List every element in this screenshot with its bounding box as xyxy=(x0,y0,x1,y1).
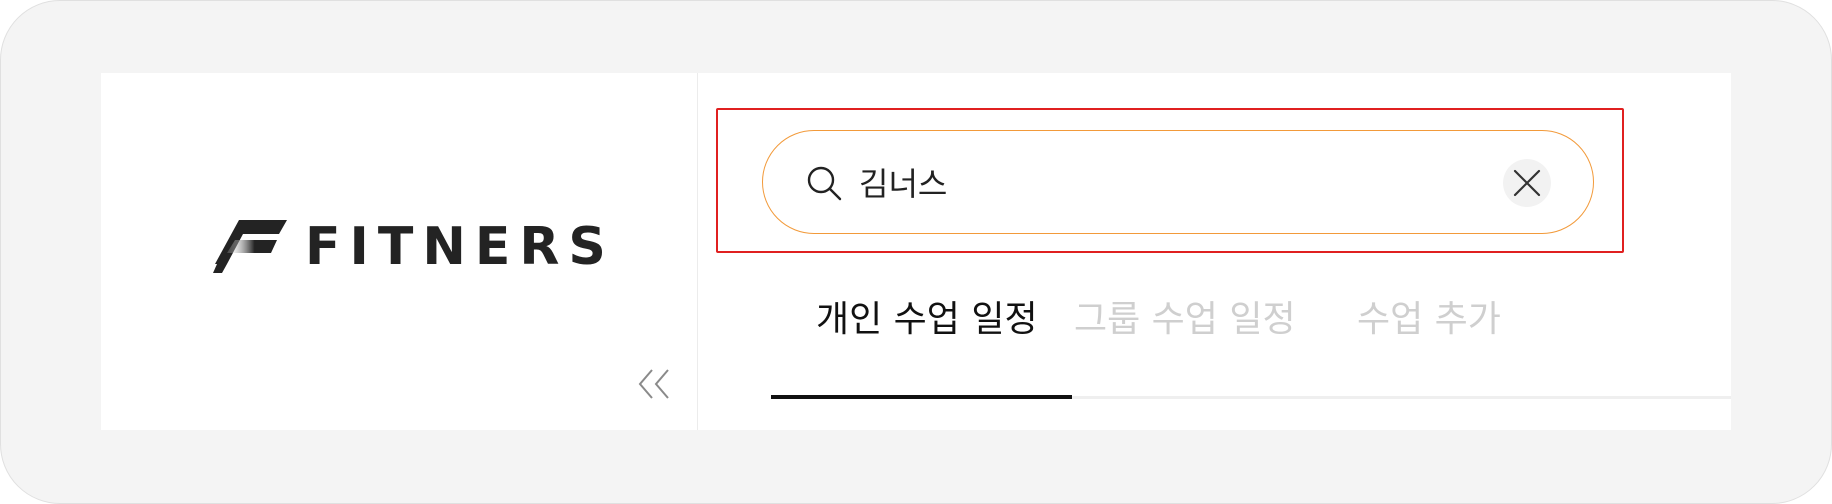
brand-logo[interactable]: FITNERS xyxy=(213,220,615,274)
sidebar: FITNERS xyxy=(101,73,698,430)
active-tab-indicator xyxy=(771,395,1072,399)
tab-personal-schedule[interactable]: 개인 수업 일정 xyxy=(816,295,1074,345)
brand-name: FITNERS xyxy=(305,217,615,277)
search-icon xyxy=(807,166,842,201)
app-panel: FITNERS 개인 수업 일정 그룹 xyxy=(101,73,1731,430)
tab-add-class[interactable]: 수업 추가 xyxy=(1357,295,1501,345)
schedule-tabs: 개인 수업 일정 그룹 수업 일정 수업 추가 xyxy=(771,295,1731,345)
close-icon xyxy=(1513,169,1541,197)
clear-search-button[interactable] xyxy=(1503,159,1551,207)
search-input[interactable] xyxy=(859,157,1479,207)
tab-group-schedule[interactable]: 그룹 수업 일정 xyxy=(1074,295,1357,345)
main-content: 개인 수업 일정 그룹 수업 일정 수업 추가 xyxy=(698,73,1731,430)
search-bar[interactable] xyxy=(762,130,1594,234)
double-chevron-left-icon xyxy=(638,369,669,399)
sidebar-collapse-button[interactable] xyxy=(637,367,671,401)
fitners-logo-mark-icon xyxy=(213,220,287,273)
